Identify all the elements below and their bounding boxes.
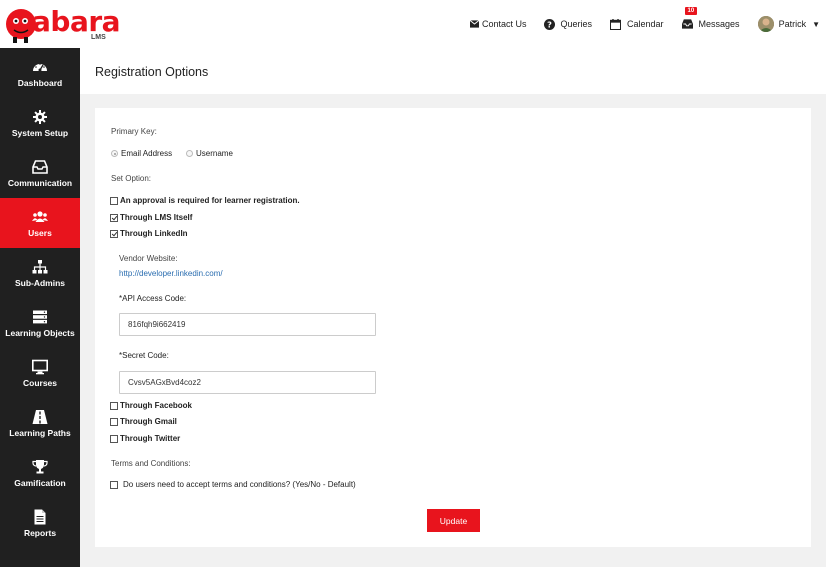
monitor-icon <box>32 359 48 374</box>
contact-us-label: Contact Us <box>481 19 527 29</box>
through-gmail-checkbox[interactable]: Through Gmail <box>110 417 177 426</box>
vendor-website-link[interactable]: http://developer.linkedin.com/ <box>119 269 223 278</box>
checkbox[interactable] <box>110 434 118 443</box>
users-icon <box>32 210 48 222</box>
sidebar-item-users[interactable]: Users <box>0 198 80 248</box>
top-nav: Contact Us ? Queries Calendar 10 Message… <box>469 0 826 48</box>
sitemap-icon <box>32 259 48 273</box>
user-menu[interactable]: Patrick ▼ <box>757 16 820 32</box>
queries-label: Queries <box>560 19 592 29</box>
through-facebook-label: Through Facebook <box>120 401 192 410</box>
terms-label: Terms and Conditions: <box>111 459 191 468</box>
vendor-website-label: Vendor Website: <box>119 254 178 263</box>
inbox-icon <box>32 159 48 174</box>
sidebar-item-label: Gamification <box>14 477 66 488</box>
calendar-label: Calendar <box>627 19 664 29</box>
page-title: Registration Options <box>95 65 209 79</box>
primary-key-username-radio[interactable]: Username <box>186 149 233 158</box>
sidebar-item-label: Reports <box>23 527 57 538</box>
pk-email-label: Email Address <box>121 149 173 158</box>
checkbox[interactable] <box>110 196 118 205</box>
sidebar: Dashboard System Setup Communication Use… <box>0 48 80 567</box>
secret-code-label: *Secret Code: <box>119 351 169 360</box>
through-linkedin-label: Through LinkedIn <box>120 229 188 238</box>
sidebar-item-learning-objects[interactable]: Learning Objects <box>0 298 80 348</box>
through-gmail-label: Through Gmail <box>120 417 177 426</box>
checkbox[interactable] <box>110 401 118 410</box>
contact-us-link[interactable]: Contact Us <box>469 19 527 29</box>
logo-subtext: LMS <box>91 34 106 41</box>
radio-selected[interactable] <box>111 150 118 157</box>
question-circle-icon: ? <box>544 18 556 30</box>
sidebar-item-label: Sub-Admins <box>14 277 66 288</box>
primary-key-label: Primary Key: <box>111 127 157 136</box>
api-access-code-input[interactable] <box>119 313 376 336</box>
sidebar-item-system-setup[interactable]: System Setup <box>0 98 80 148</box>
inbox-icon <box>681 19 693 29</box>
calendar-link[interactable]: Calendar <box>610 18 664 30</box>
sidebar-item-label: Communication <box>7 177 73 188</box>
messages-link[interactable]: 10 Messages <box>681 7 740 29</box>
sidebar-item-learning-paths[interactable]: Learning Paths <box>0 398 80 448</box>
road-icon <box>32 409 48 424</box>
messages-badge: 10 <box>684 7 698 15</box>
through-lms-checkbox[interactable]: Through LMS Itself <box>110 213 192 222</box>
sidebar-item-label: System Setup <box>11 127 69 138</box>
file-icon <box>34 509 46 524</box>
caret-down-icon: ▼ <box>812 19 820 29</box>
page-header: Registration Options <box>80 48 826 94</box>
update-button[interactable]: Update <box>427 509 480 532</box>
server-icon <box>33 310 47 323</box>
sidebar-item-gamification[interactable]: Gamification <box>0 448 80 498</box>
terms-question-label: Do users need to accept terms and condit… <box>123 480 356 489</box>
trophy-icon <box>32 459 48 473</box>
sidebar-item-label: Learning Objects <box>5 327 75 338</box>
checkbox[interactable] <box>110 417 118 426</box>
approval-label: An approval is required for learner regi… <box>120 196 300 205</box>
sidebar-item-label: Users <box>28 227 52 238</box>
svg-text:?: ? <box>548 19 553 29</box>
envelope-icon <box>469 20 479 28</box>
registration-options-form: Primary Key: Email Address Username Set … <box>95 108 811 547</box>
through-facebook-checkbox[interactable]: Through Facebook <box>110 401 192 410</box>
abara-logo[interactable]: abara LMS <box>4 2 121 46</box>
sidebar-item-dashboard[interactable]: Dashboard <box>0 48 80 98</box>
radio-unselected[interactable] <box>186 150 193 157</box>
api-access-code-label: *API Access Code: <box>119 294 187 303</box>
sidebar-item-reports[interactable]: Reports <box>0 498 80 548</box>
dashboard-icon <box>33 62 47 71</box>
calendar-icon <box>610 18 621 30</box>
through-twitter-label: Through Twitter <box>120 434 181 443</box>
secret-code-input[interactable] <box>119 371 376 394</box>
approval-checkbox[interactable]: An approval is required for learner regi… <box>110 196 300 205</box>
set-option-label: Set Option: <box>111 174 152 183</box>
through-twitter-checkbox[interactable]: Through Twitter <box>110 434 180 443</box>
user-name: Patrick <box>778 19 807 29</box>
sidebar-item-label: Learning Paths <box>9 427 71 438</box>
sidebar-item-label: Dashboard <box>17 77 63 88</box>
checkbox[interactable] <box>110 229 118 238</box>
primary-key-email-radio[interactable]: Email Address <box>111 149 172 158</box>
top-bar: abara LMS Contact Us ? Queries Calendar … <box>0 0 826 48</box>
checkbox[interactable] <box>110 213 118 222</box>
sidebar-item-communication[interactable]: Communication <box>0 148 80 198</box>
gear-icon <box>33 109 47 124</box>
queries-link[interactable]: ? Queries <box>544 18 592 30</box>
messages-label: Messages <box>698 19 740 29</box>
pk-username-label: Username <box>196 149 233 158</box>
sidebar-item-sub-admins[interactable]: Sub-Admins <box>0 248 80 298</box>
terms-checkbox[interactable]: Do users need to accept terms and condit… <box>110 480 356 489</box>
sidebar-item-courses[interactable]: Courses <box>0 348 80 398</box>
sidebar-item-label: Courses <box>22 377 57 388</box>
logo-text: abara <box>32 5 121 38</box>
checkbox[interactable] <box>110 480 118 489</box>
avatar <box>757 16 774 32</box>
through-lms-label: Through LMS Itself <box>120 213 193 222</box>
through-linkedin-checkbox[interactable]: Through LinkedIn <box>110 229 188 238</box>
